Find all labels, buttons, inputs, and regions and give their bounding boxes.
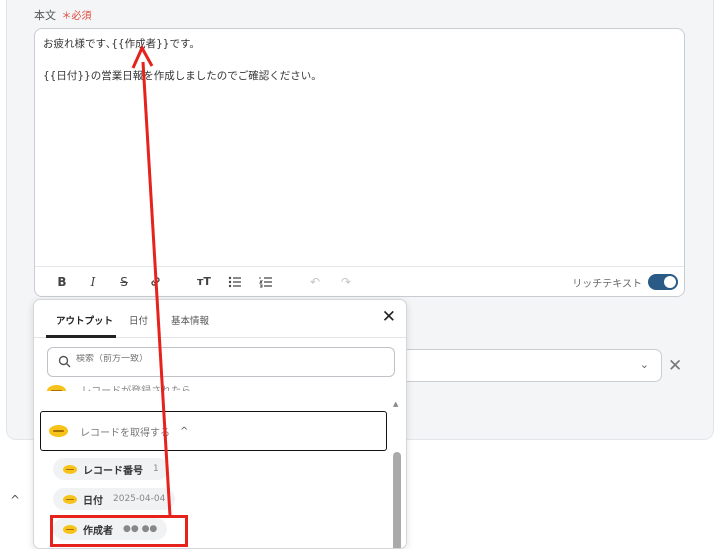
partial-row-label: レコードが登録されたら [81,386,192,397]
output-value: 2025-04-04 [113,494,166,504]
yoom-app-icon [63,494,77,504]
rich-text-toggle[interactable] [648,274,678,290]
link-icon [150,277,160,286]
chevron-down-icon: ⌄ [639,358,649,371]
editor-content[interactable]: お疲れ様です､{{作成者}}です。 {{日付}}の営業日報を作成しましたのでご確… [43,36,676,84]
rich-text-label: リッチテキスト [572,279,642,290]
body-field-label: 本文 ＊必須 [34,7,92,23]
bold-button[interactable]: B [49,271,75,293]
remove-field-icon[interactable]: ✕ [668,356,682,376]
numbered-list-icon [259,276,272,287]
required-badge: ＊必須 [61,11,92,22]
popup-tabs: アウトプット 日付 基本情報 ✕ [34,300,406,338]
text-size-button[interactable]: ᴛT [191,271,217,293]
search-box[interactable] [47,347,395,377]
body-editor[interactable]: お疲れ様です､{{作成者}}です。 {{日付}}の営業日報を作成しましたのでご確… [34,28,685,297]
bullet-list-button[interactable] [222,271,248,293]
italic-button[interactable]: I [80,271,106,293]
annotation-highlight-box [50,515,188,547]
output-name: レコード番号 [83,465,143,477]
section-get-record[interactable]: レコードを取得する ^ [40,411,387,451]
search-input[interactable] [76,354,376,364]
output-value: 1 [153,464,159,474]
bullet-list-icon [228,276,241,287]
redo-button[interactable]: ↷ [333,271,359,293]
collapse-chevron-icon[interactable]: ^ [10,493,20,507]
yoom-app-icon [63,464,77,474]
yoom-app-icon [47,385,66,391]
output-item-record-number[interactable]: レコード番号 1 [53,458,169,480]
editor-toolbar: B I S ᴛT ↶ ↷ リッチテキスト [35,266,684,296]
scrollbar-thumb[interactable] [393,452,401,548]
search-icon [58,355,71,368]
numbered-list-button[interactable] [253,271,279,293]
active-tab-indicator [46,335,116,338]
undo-button[interactable]: ↶ [302,271,328,293]
tab-basic-info[interactable]: 基本情報 [171,313,209,327]
tab-output[interactable]: アウトプット [56,313,113,327]
body-label-text: 本文 [34,9,56,22]
yoom-app-icon [49,425,68,437]
editor-line-2: {{日付}}の営業日報を作成しましたのでご確認ください。 [43,70,322,82]
scroll-up-icon: ▲ [393,400,399,408]
scrollbar[interactable]: ▲ [393,400,401,548]
hidden-select-field[interactable]: ⌄ [400,349,662,382]
link-button[interactable] [142,271,168,293]
output-item-date[interactable]: 日付 2025-04-04 [53,488,176,510]
output-name: 日付 [83,495,103,507]
section-label: レコードを取得する [80,427,170,439]
output-picker-popup: アウトプット 日付 基本情報 ✕ レコードが登録されたら レコードを取得する ^… [33,299,407,549]
close-icon[interactable]: ✕ [382,307,396,327]
chevron-up-icon: ^ [180,425,189,437]
tab-date[interactable]: 日付 [129,313,148,327]
strikethrough-button[interactable]: S [111,271,137,293]
editor-line-1: お疲れ様です､{{作成者}}です。 [43,38,200,50]
list-item-partial[interactable]: レコードが登録されたら [47,382,192,397]
